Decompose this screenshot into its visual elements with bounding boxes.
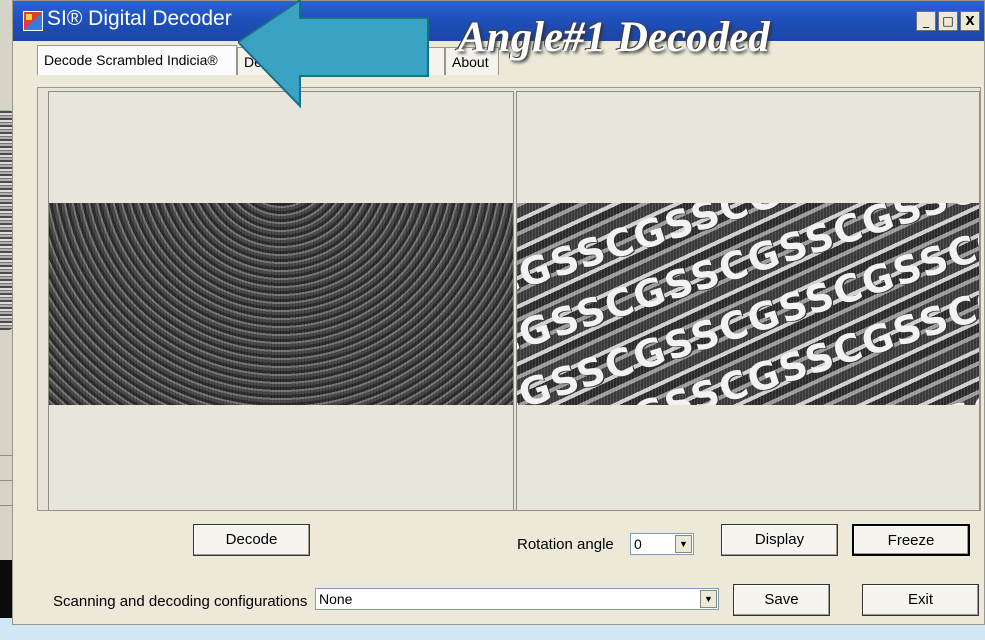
tab-decode-scrambled-indicia[interactable]: Decode Scrambled Indicia® [37,45,237,75]
config-select[interactable]: None ▼ [315,588,719,610]
decoded-image-pane: SCGSSCGSSCGSSCGSSCGSSCG SCGSSCGSSCGSSCGS… [516,91,980,511]
rotation-angle-label: Rotation angle [517,536,614,553]
decode-button[interactable]: Decode [193,524,310,556]
scrambled-indicia-image [49,203,513,405]
config-label: Scanning and decoding configurations [53,593,308,610]
display-button[interactable]: Display [721,524,838,556]
image-panel: SCGSSCGSSCGSSCGSSCGSSCG SCGSSCGSSCGSSCGS… [37,87,981,511]
left-arrow-icon [238,0,429,109]
decoder-window: SI® Digital Decoder _ □ X Decode Scrambl… [12,0,985,625]
window-title: SI® Digital Decoder [47,7,232,30]
annotation-caption: Angle#1 Decoded [458,14,770,61]
minimize-button[interactable]: _ [916,11,936,31]
app-icon[interactable] [23,11,43,31]
config-value: None [319,591,353,607]
decoded-indicia-image: SCGSSCGSSCGSSCGSSCGSSCG SCGSSCGSSCGSSCGS… [517,203,979,405]
scrambled-image-pane [48,91,514,511]
dropdown-arrow-icon[interactable]: ▼ [675,535,692,553]
dropdown-arrow-icon[interactable]: ▼ [700,590,717,608]
close-button[interactable]: X [960,11,980,31]
rotation-angle-value: 0 [634,536,642,552]
freeze-button[interactable]: Freeze [852,524,970,556]
rotation-angle-select[interactable]: 0 ▼ [630,533,694,555]
save-button[interactable]: Save [733,584,830,616]
exit-button[interactable]: Exit [862,584,979,616]
maximize-button[interactable]: □ [938,11,958,31]
